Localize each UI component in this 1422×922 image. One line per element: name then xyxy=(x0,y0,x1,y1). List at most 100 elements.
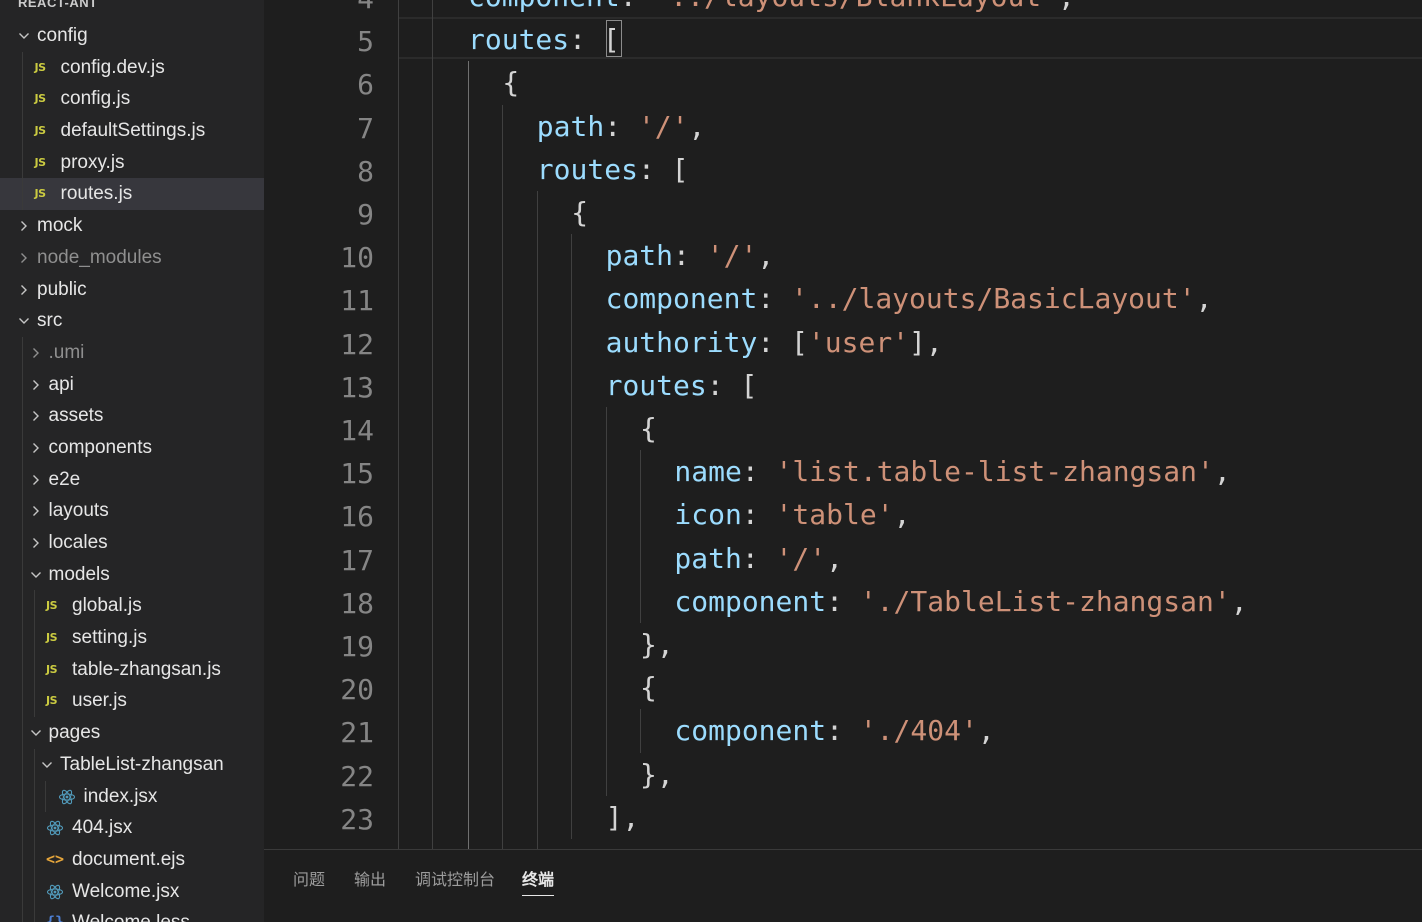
code-line[interactable]: }, xyxy=(571,839,605,849)
tree-file[interactable]: JS config.js xyxy=(0,83,264,116)
code-line[interactable]: ], xyxy=(606,796,640,839)
tree-folder[interactable]: .umi xyxy=(0,336,264,369)
chevron-right-icon[interactable] xyxy=(28,337,44,369)
tree-folder[interactable]: models xyxy=(0,558,264,591)
chevron-right-icon[interactable] xyxy=(16,210,32,242)
tree-folder[interactable]: mock xyxy=(0,210,264,242)
indent-guide xyxy=(22,431,23,464)
tree-file[interactable]: JS table-zhangsan.js xyxy=(0,653,264,686)
tree-file[interactable]: JS config.dev.js xyxy=(0,51,264,84)
code-line[interactable]: { xyxy=(571,191,588,234)
indent-guide xyxy=(22,178,23,211)
code-line[interactable]: }, xyxy=(640,623,674,666)
tree-file[interactable]: Welcome.jsx xyxy=(0,875,264,908)
code-line[interactable]: component: '../layouts/BasicLayout', xyxy=(606,277,1213,320)
code-line[interactable]: icon: 'table', xyxy=(674,493,910,536)
indent-guide xyxy=(468,450,469,494)
tab-debug-console[interactable]: 调试控制台 xyxy=(415,866,495,896)
tree-folder[interactable]: api xyxy=(0,368,264,401)
chevron-down-icon[interactable] xyxy=(39,749,55,781)
code-editor[interactable]: 4 5 6 7 8 9 10 11 12 13 14 15 16 17 18 19 20 21 22 23 24 com… xyxy=(264,0,1422,849)
indent-guide xyxy=(468,709,469,753)
tree-item-label: global.js xyxy=(72,595,142,617)
indent-guide xyxy=(502,320,504,364)
tree-folder[interactable]: locales xyxy=(0,527,264,559)
code-line[interactable]: component: './404', xyxy=(674,709,994,752)
indent-guide xyxy=(571,536,573,580)
tree-file[interactable]: JS defaultSettings.js xyxy=(0,115,264,147)
indent-guide xyxy=(468,407,469,451)
tree-file[interactable]: index.jsx xyxy=(0,780,264,813)
tree-file[interactable]: {} Welcome.less xyxy=(0,907,264,922)
tree-folder[interactable]: src xyxy=(0,305,264,337)
tree-folder[interactable]: public xyxy=(0,274,264,306)
indent-guide xyxy=(22,51,23,84)
file-tree: config JS config.dev.js JS config.js JS defaul… xyxy=(0,20,264,922)
tree-file[interactable]: JS user.js xyxy=(0,685,264,718)
tree-file[interactable]: JS proxy.js xyxy=(0,146,264,179)
chevron-down-icon[interactable] xyxy=(28,717,44,749)
code-punctuation: : [ xyxy=(706,368,758,402)
code-line[interactable]: { xyxy=(502,61,519,104)
chevron-right-icon[interactable] xyxy=(28,432,44,464)
code-property: component xyxy=(674,714,827,748)
indent-guide xyxy=(571,363,573,407)
indent-guide xyxy=(502,666,504,710)
code-line[interactable]: routes: [ xyxy=(468,18,620,61)
code-line[interactable]: authority: ['user'], xyxy=(606,321,943,364)
chevron-right-icon[interactable] xyxy=(28,369,44,401)
tree-folder[interactable]: layouts xyxy=(0,495,264,527)
tab-terminal[interactable]: 终端 xyxy=(522,866,555,896)
project-title[interactable]: REACT-ANT xyxy=(18,0,98,11)
code-string: 'table' xyxy=(775,498,894,532)
code-punctuation: ], xyxy=(605,800,640,834)
indent-guide xyxy=(605,752,607,796)
tree-folder[interactable]: pages xyxy=(0,717,264,749)
tree-folder[interactable]: assets xyxy=(0,400,264,432)
indent-guide xyxy=(571,579,573,623)
javascript-file-icon: JS xyxy=(46,599,58,613)
code-line[interactable]: component: './TableList-zhangsan', xyxy=(674,580,1247,623)
tab-output[interactable]: 输出 xyxy=(354,866,386,896)
code-line[interactable]: }, xyxy=(640,753,674,796)
chevron-right-icon[interactable] xyxy=(28,464,44,496)
tree-folder[interactable]: components xyxy=(0,431,264,464)
code-line[interactable]: path: '/', xyxy=(606,234,775,277)
code-line[interactable]: { xyxy=(640,666,657,709)
code-line[interactable]: path: '/', xyxy=(537,105,706,148)
chevron-down-icon[interactable] xyxy=(16,305,32,337)
indent-guide xyxy=(22,368,23,401)
tree-folder[interactable]: TableList-zhangsan xyxy=(0,748,264,781)
tree-file[interactable]: <> document.ejs xyxy=(0,843,264,876)
code-line[interactable]: routes: [ xyxy=(606,364,758,407)
line-number: 18 xyxy=(340,586,374,620)
code-line[interactable]: routes: [ xyxy=(537,148,689,191)
line-number: 17 xyxy=(340,543,374,577)
indent-guide xyxy=(571,320,573,364)
tree-item-label: config xyxy=(37,25,88,46)
chevron-right-icon[interactable] xyxy=(28,400,44,432)
indent-guide xyxy=(502,407,504,451)
code-line[interactable]: { xyxy=(640,407,657,450)
code-string: 'list.table-list-zhangsan' xyxy=(775,455,1214,489)
code-line[interactable]: name: 'list.table-list-zhangsan', xyxy=(674,450,1230,493)
tab-problems[interactable]: 问题 xyxy=(293,866,325,896)
tree-file[interactable]: JS setting.js xyxy=(0,622,264,654)
chevron-down-icon[interactable] xyxy=(28,559,44,591)
chevron-right-icon[interactable] xyxy=(16,242,32,274)
indent-guide xyxy=(571,709,573,753)
chevron-right-icon[interactable] xyxy=(16,274,32,306)
code-line[interactable]: component: '../layouts/BlankLayout', xyxy=(468,0,1075,18)
chevron-right-icon[interactable] xyxy=(28,527,44,559)
indent-guide xyxy=(502,623,504,667)
code-line[interactable]: path: '/', xyxy=(674,537,843,580)
tree-file[interactable]: JS routes.js xyxy=(0,178,264,211)
tree-folder[interactable]: e2e xyxy=(0,463,264,496)
tree-folder[interactable]: config xyxy=(0,20,264,52)
tree-file[interactable]: 404.jsx xyxy=(0,812,264,844)
indent-guide xyxy=(502,709,504,753)
tree-folder[interactable]: node_modules xyxy=(0,242,264,274)
tree-file[interactable]: JS global.js xyxy=(0,590,264,623)
chevron-down-icon[interactable] xyxy=(16,20,32,52)
chevron-right-icon[interactable] xyxy=(28,495,44,527)
